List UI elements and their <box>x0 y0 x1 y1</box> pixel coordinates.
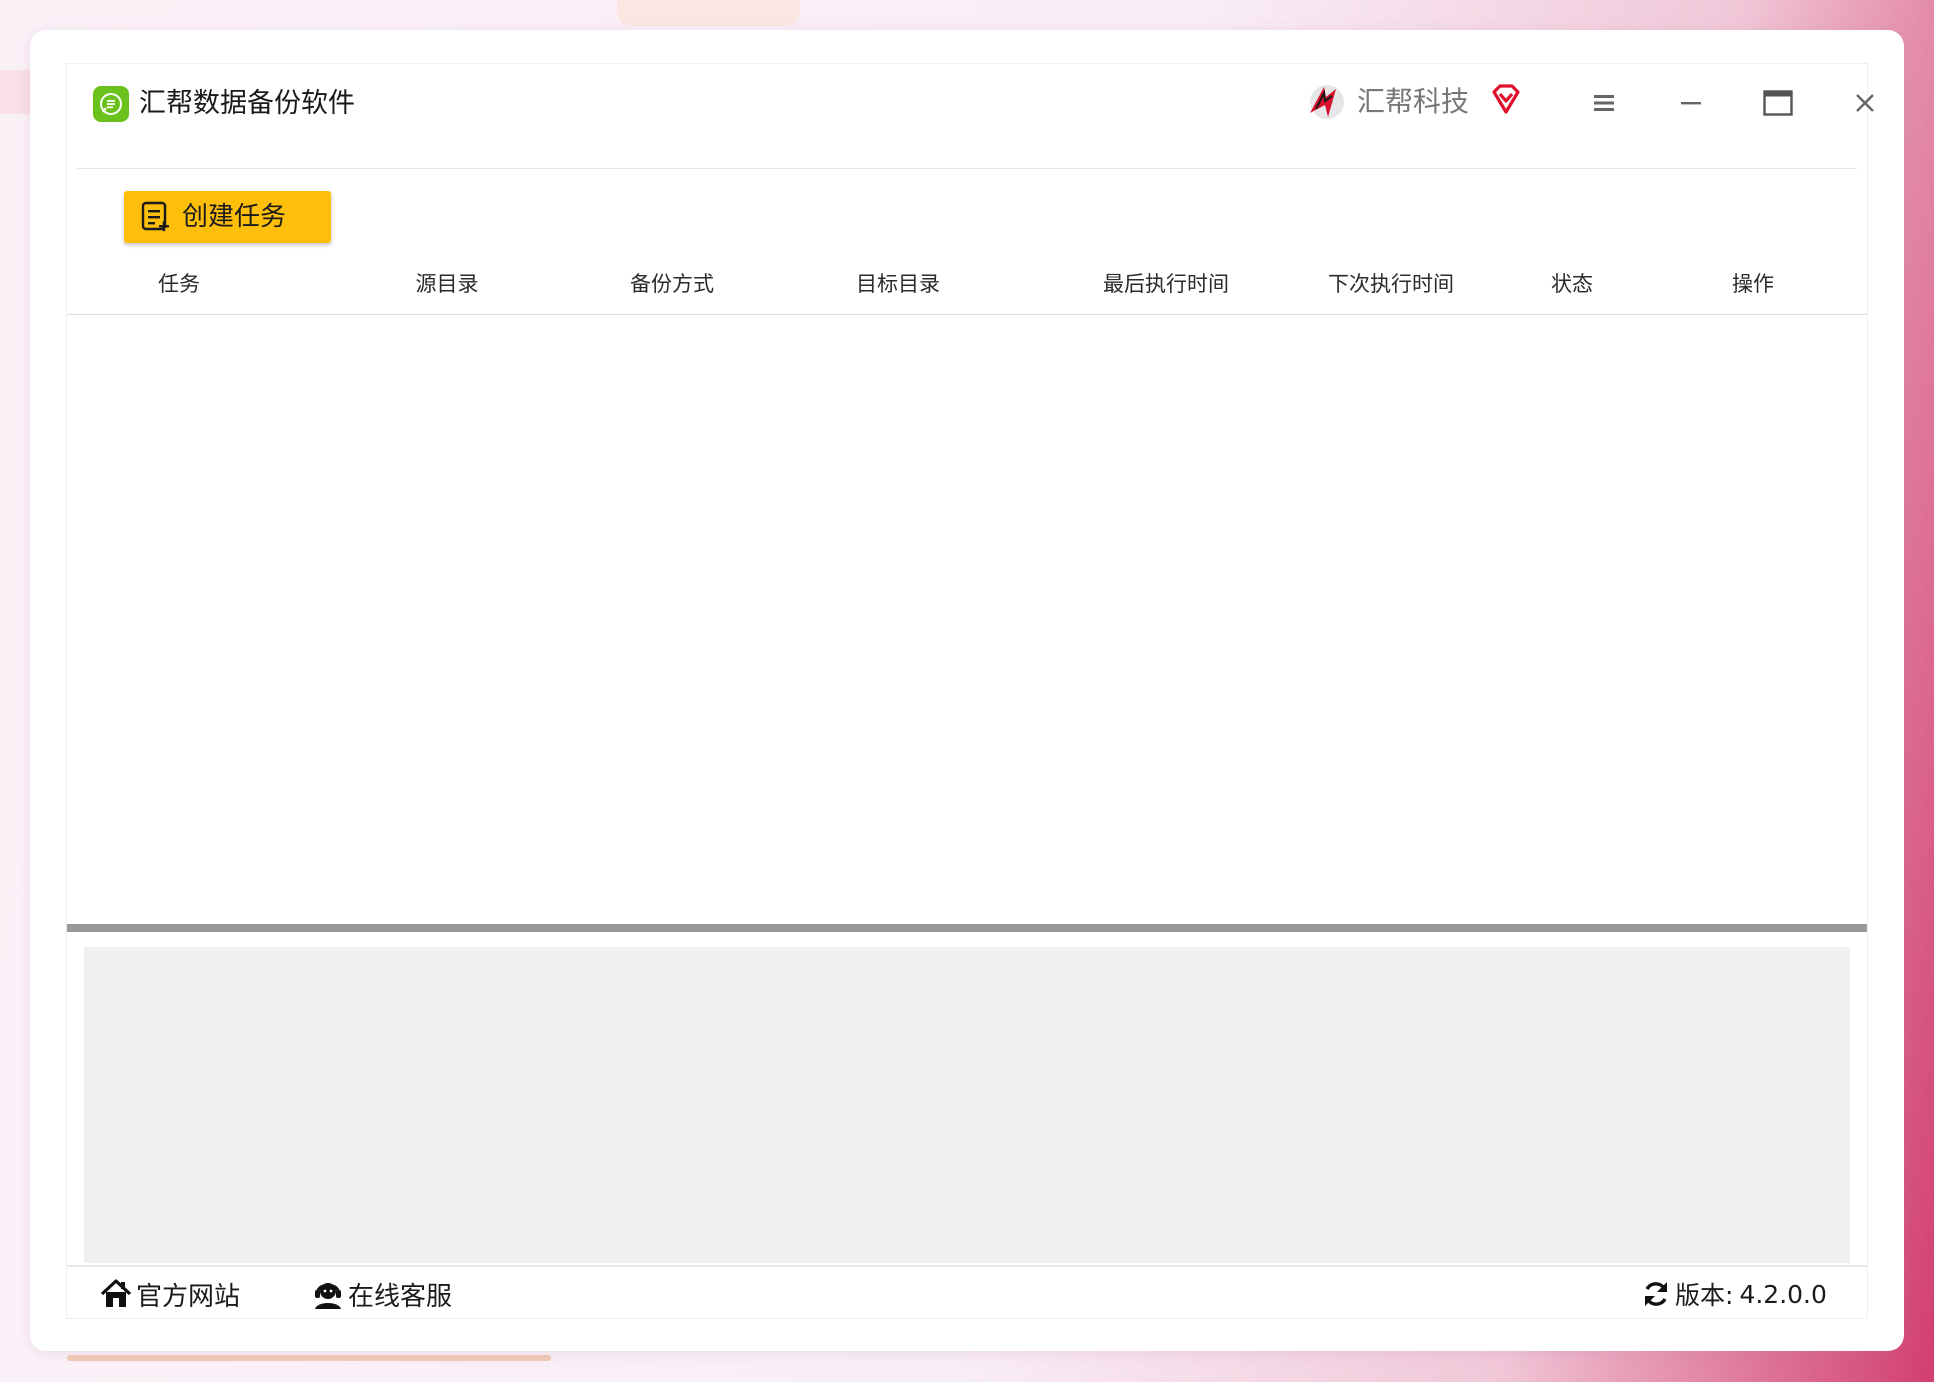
background-decoration <box>67 1355 551 1361</box>
task-list-icon <box>141 201 169 232</box>
column-header-task[interactable]: 任务 <box>158 254 200 314</box>
task-table-body[interactable] <box>67 315 1867 955</box>
close-icon <box>1856 94 1874 112</box>
customer-service-icon <box>315 1283 341 1309</box>
app-logo-icon <box>93 86 129 122</box>
log-panel <box>67 932 1867 1267</box>
vip-diamond-icon[interactable] <box>1488 82 1524 118</box>
maximize-button[interactable] <box>1755 80 1801 126</box>
home-icon <box>100 1279 132 1307</box>
window-content: 汇帮数据备份软件 汇帮科技 创建任务 任务 源目录 备份方式 目标目录 最后执行… <box>66 63 1874 1319</box>
column-header-last-run[interactable]: 最后执行时间 <box>1103 254 1229 314</box>
close-button[interactable] <box>1842 80 1888 126</box>
brand-logo-icon <box>1302 79 1348 125</box>
column-header-next-run[interactable]: 下次执行时间 <box>1328 254 1454 314</box>
version-label: 版本: <box>1675 1281 1734 1310</box>
app-title: 汇帮数据备份软件 <box>139 88 355 119</box>
task-table-header: 任务 源目录 备份方式 目标目录 最后执行时间 下次执行时间 状态 操作 <box>67 254 1867 315</box>
maximize-icon <box>1763 90 1793 116</box>
column-header-source-dir[interactable]: 源目录 <box>416 254 479 314</box>
create-task-button[interactable]: 创建任务 <box>124 191 331 243</box>
app-window: 汇帮数据备份软件 汇帮科技 创建任务 任务 源目录 备份方式 目标目录 最后执行… <box>30 30 1904 1351</box>
background-decoration <box>617 0 800 26</box>
online-support-link[interactable]: 在线客服 <box>312 1269 452 1319</box>
footer-bar: 官方网站 在线客服 版本: 4.2.0.0 <box>67 1269 1867 1319</box>
menu-button[interactable] <box>1581 80 1627 126</box>
refresh-icon[interactable] <box>1641 1279 1671 1309</box>
official-website-link[interactable]: 官方网站 <box>100 1269 240 1319</box>
panel-splitter[interactable] <box>67 924 1867 932</box>
minimize-button[interactable] <box>1668 80 1714 126</box>
create-task-label: 创建任务 <box>182 202 287 232</box>
background-decoration <box>0 70 30 114</box>
minimize-icon <box>1681 102 1701 105</box>
official-website-label: 官方网站 <box>136 1281 241 1312</box>
version-value: 4.2.0.0 <box>1739 1279 1827 1309</box>
brand-name: 汇帮科技 <box>1357 85 1470 118</box>
title-bar[interactable]: 汇帮数据备份软件 汇帮科技 <box>77 64 1874 169</box>
online-support-label: 在线客服 <box>348 1281 453 1312</box>
column-header-actions[interactable]: 操作 <box>1732 254 1774 314</box>
hamburger-icon <box>1594 95 1614 111</box>
log-area[interactable] <box>84 947 1850 1263</box>
version-info: 版本: 4.2.0.0 <box>1641 1269 1827 1319</box>
column-header-backup-method[interactable]: 备份方式 <box>630 254 714 314</box>
column-header-status[interactable]: 状态 <box>1551 254 1593 314</box>
column-header-target-dir[interactable]: 目标目录 <box>856 254 940 314</box>
